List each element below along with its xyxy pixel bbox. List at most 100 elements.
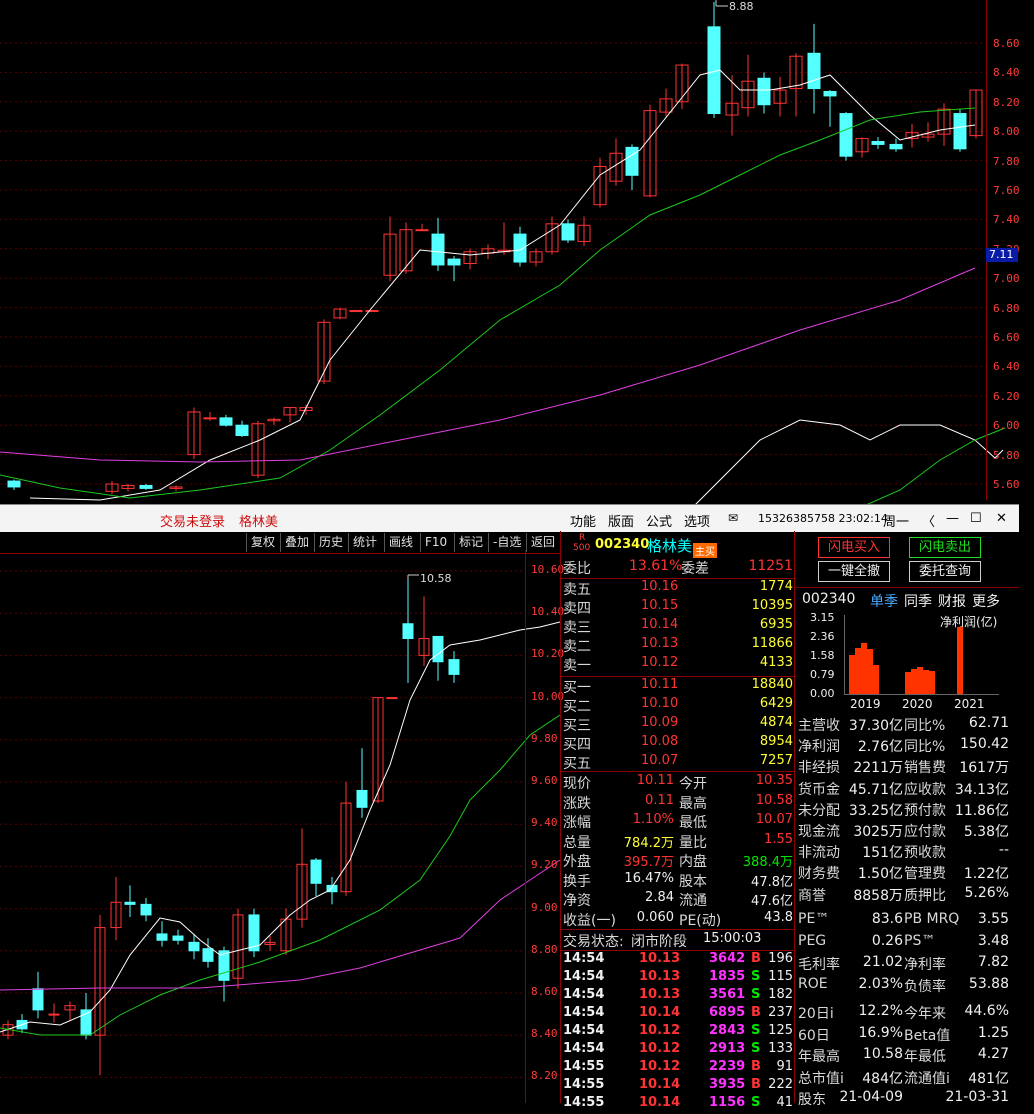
price-tick: 5.80 [993,448,1020,462]
price-tick: 6.80 [993,301,1020,315]
order-query-button[interactable]: 委托查询 [909,561,981,582]
fin-year: 2019 [850,697,881,711]
stat-row: 收益(一) 0.060 PE(动) 43.8 [563,909,793,929]
candle-body [807,52,821,90]
candle-body [561,223,575,241]
ask-row: 卖一 10.12 4133 [563,655,793,674]
candle-body [432,635,444,663]
flash-buy-button[interactable]: 闪电买入 [818,537,890,558]
tick-row: 14:54 10.13 3561 S 182 [563,987,793,1002]
fin-ytick: 0.00 [810,687,835,700]
fin-ytick: 1.58 [810,649,835,662]
ma5-line [0,621,560,1033]
candle-body [431,233,445,266]
fin-row: 财务费 1.50亿 管理费 1.22亿 [798,866,1009,883]
price-tick: 8.60 [993,37,1020,50]
minimize-icon[interactable]: — [946,511,959,526]
stat-row: 外盘 395.7万 内盘 388.4万 [563,854,793,870]
candle-body [757,77,771,106]
candle-body [953,113,967,150]
ma20-line [0,267,976,463]
ask-row: 卖五 10.16 1774 [563,579,793,598]
candle-body [447,258,461,266]
ma10-line [0,714,560,1036]
candle-body [124,901,136,905]
price-tick: 7.80 [993,154,1020,168]
fin-year: 2020 [902,697,933,711]
trade-status: 交易状态: 闭市阶段 15:00:03 [563,931,762,950]
back-arrow-icon[interactable]: 〈 [922,511,935,530]
tick-row: 14:55 10.12 2239 B 91 [563,1059,793,1074]
bid-row: 买一 10.11 18840 [563,677,793,696]
candle-body [871,140,885,145]
fin-row: 货币金 45.71亿 应收款 34.13亿 [798,781,1009,798]
ma10-line [0,107,976,499]
price-tick: 8.00 [993,125,1020,139]
ask-row: 卖三 10.14 6935 [563,617,793,636]
menu-formula[interactable]: 公式 [646,511,672,530]
stat-row: 总量 784.2万 量比 1.55 [563,831,793,851]
candle-body [386,697,398,700]
price-tick: 6.60 [993,331,1020,344]
fin-row: ROE 2.03% 负债率 53.88 [798,975,1009,995]
fin-row: 主营收 37.30亿 同比% 62.71 [798,715,1009,734]
tab-same-quarter[interactable]: 同季 [904,591,932,611]
profit-bar-chart: 净利润(亿) 3.15 2.36 1.58 0.79 0.00 2019 2020 2021 [810,611,999,711]
price-tick: 9.20 [531,858,558,872]
finance-panel: 闪电买入 闪电卖出 一键全撤 委托查询 002340 单季 同季 财报 更多 净… [796,531,1019,1108]
quote-panel: R 500 002340 格林美 主买 委比 13.61% 委差 11251 卖… [560,531,796,1110]
fin-row: 商誉 8858万 质押比 5.26% [798,884,1009,904]
bid-row: 买四 10.08 8954 [563,734,793,753]
tab-report[interactable]: 财报 [938,591,966,611]
close-icon[interactable]: ✕ [996,511,1007,526]
foreground-kline-chart[interactable]: 10.58 [0,550,560,1103]
menu-function[interactable]: 功能 [570,511,596,530]
price-tick: 9.40 [531,816,558,830]
candle-body [188,941,200,952]
price-tick: 5.60 [993,478,1020,491]
cancel-all-button[interactable]: 一键全撤 [818,561,890,582]
menu-layout[interactable]: 版面 [608,511,634,530]
tab-more[interactable]: 更多 [972,591,1000,611]
price-tick: 8.40 [531,1027,558,1041]
window-stock-name: 格林美 [239,515,279,530]
finance-header: 002340 单季 同季 财报 更多 [802,591,1000,611]
price-tick: 8.20 [993,95,1020,109]
candle-body [48,1013,60,1016]
fin-row: PE™ 83.6 PB MRQ 3.55 [798,911,1009,927]
tick-row: 14:54 10.13 3642 B 196 [563,951,793,966]
badge-500: 500 [573,543,591,553]
mail-icon[interactable]: ✉ [728,511,738,525]
login-status[interactable]: 交易未登录 [160,511,225,530]
tab-quarter[interactable]: 单季 [870,591,898,611]
stat-row: 涨幅 1.10% 最低 10.07 [563,812,793,831]
menu-options[interactable]: 选项 [684,511,710,530]
profit-bar [873,665,879,694]
candle-body [156,933,168,941]
candle-body [202,948,214,962]
candle-body [448,659,460,675]
price-tick: 7.60 [993,184,1020,197]
stat-row: 涨跌 0.11 最高 10.58 [563,792,793,812]
bid-row: 买三 10.09 4874 [563,715,793,734]
price-tick: 8.80 [531,942,558,956]
candle-body [7,480,21,488]
weekday: 周一 [883,515,910,530]
flash-sell-button[interactable]: 闪电卖出 [909,537,981,558]
maximize-icon[interactable]: ☐ [970,511,982,526]
candle-body [625,146,639,176]
fin-row: 总市值i 484亿 流通值i 481亿 [798,1070,1009,1087]
window-titlebar: 交易未登录 格林美 功能 版面 公式 选项 ✉ 15326385758 23:0… [0,505,1019,532]
candle-body [140,903,152,916]
stat-row: 现价 10.11 今开 10.35 [563,773,793,792]
badge-r: R [579,533,586,543]
fin-row: 未分配 33.25亿 预付款 11.86亿 [798,802,1009,819]
bid-row: 买二 10.10 6429 [563,696,793,715]
fin-row: PEG 0.26 PS™ 3.48 [798,932,1009,949]
price-tick: 8.40 [993,66,1020,80]
candle-body [513,233,527,263]
fg-high-label: 10.58 [420,572,452,585]
candle-body [139,484,153,489]
price-tick: 7.40 [993,213,1020,227]
buy-tag: 主买 [693,543,717,558]
